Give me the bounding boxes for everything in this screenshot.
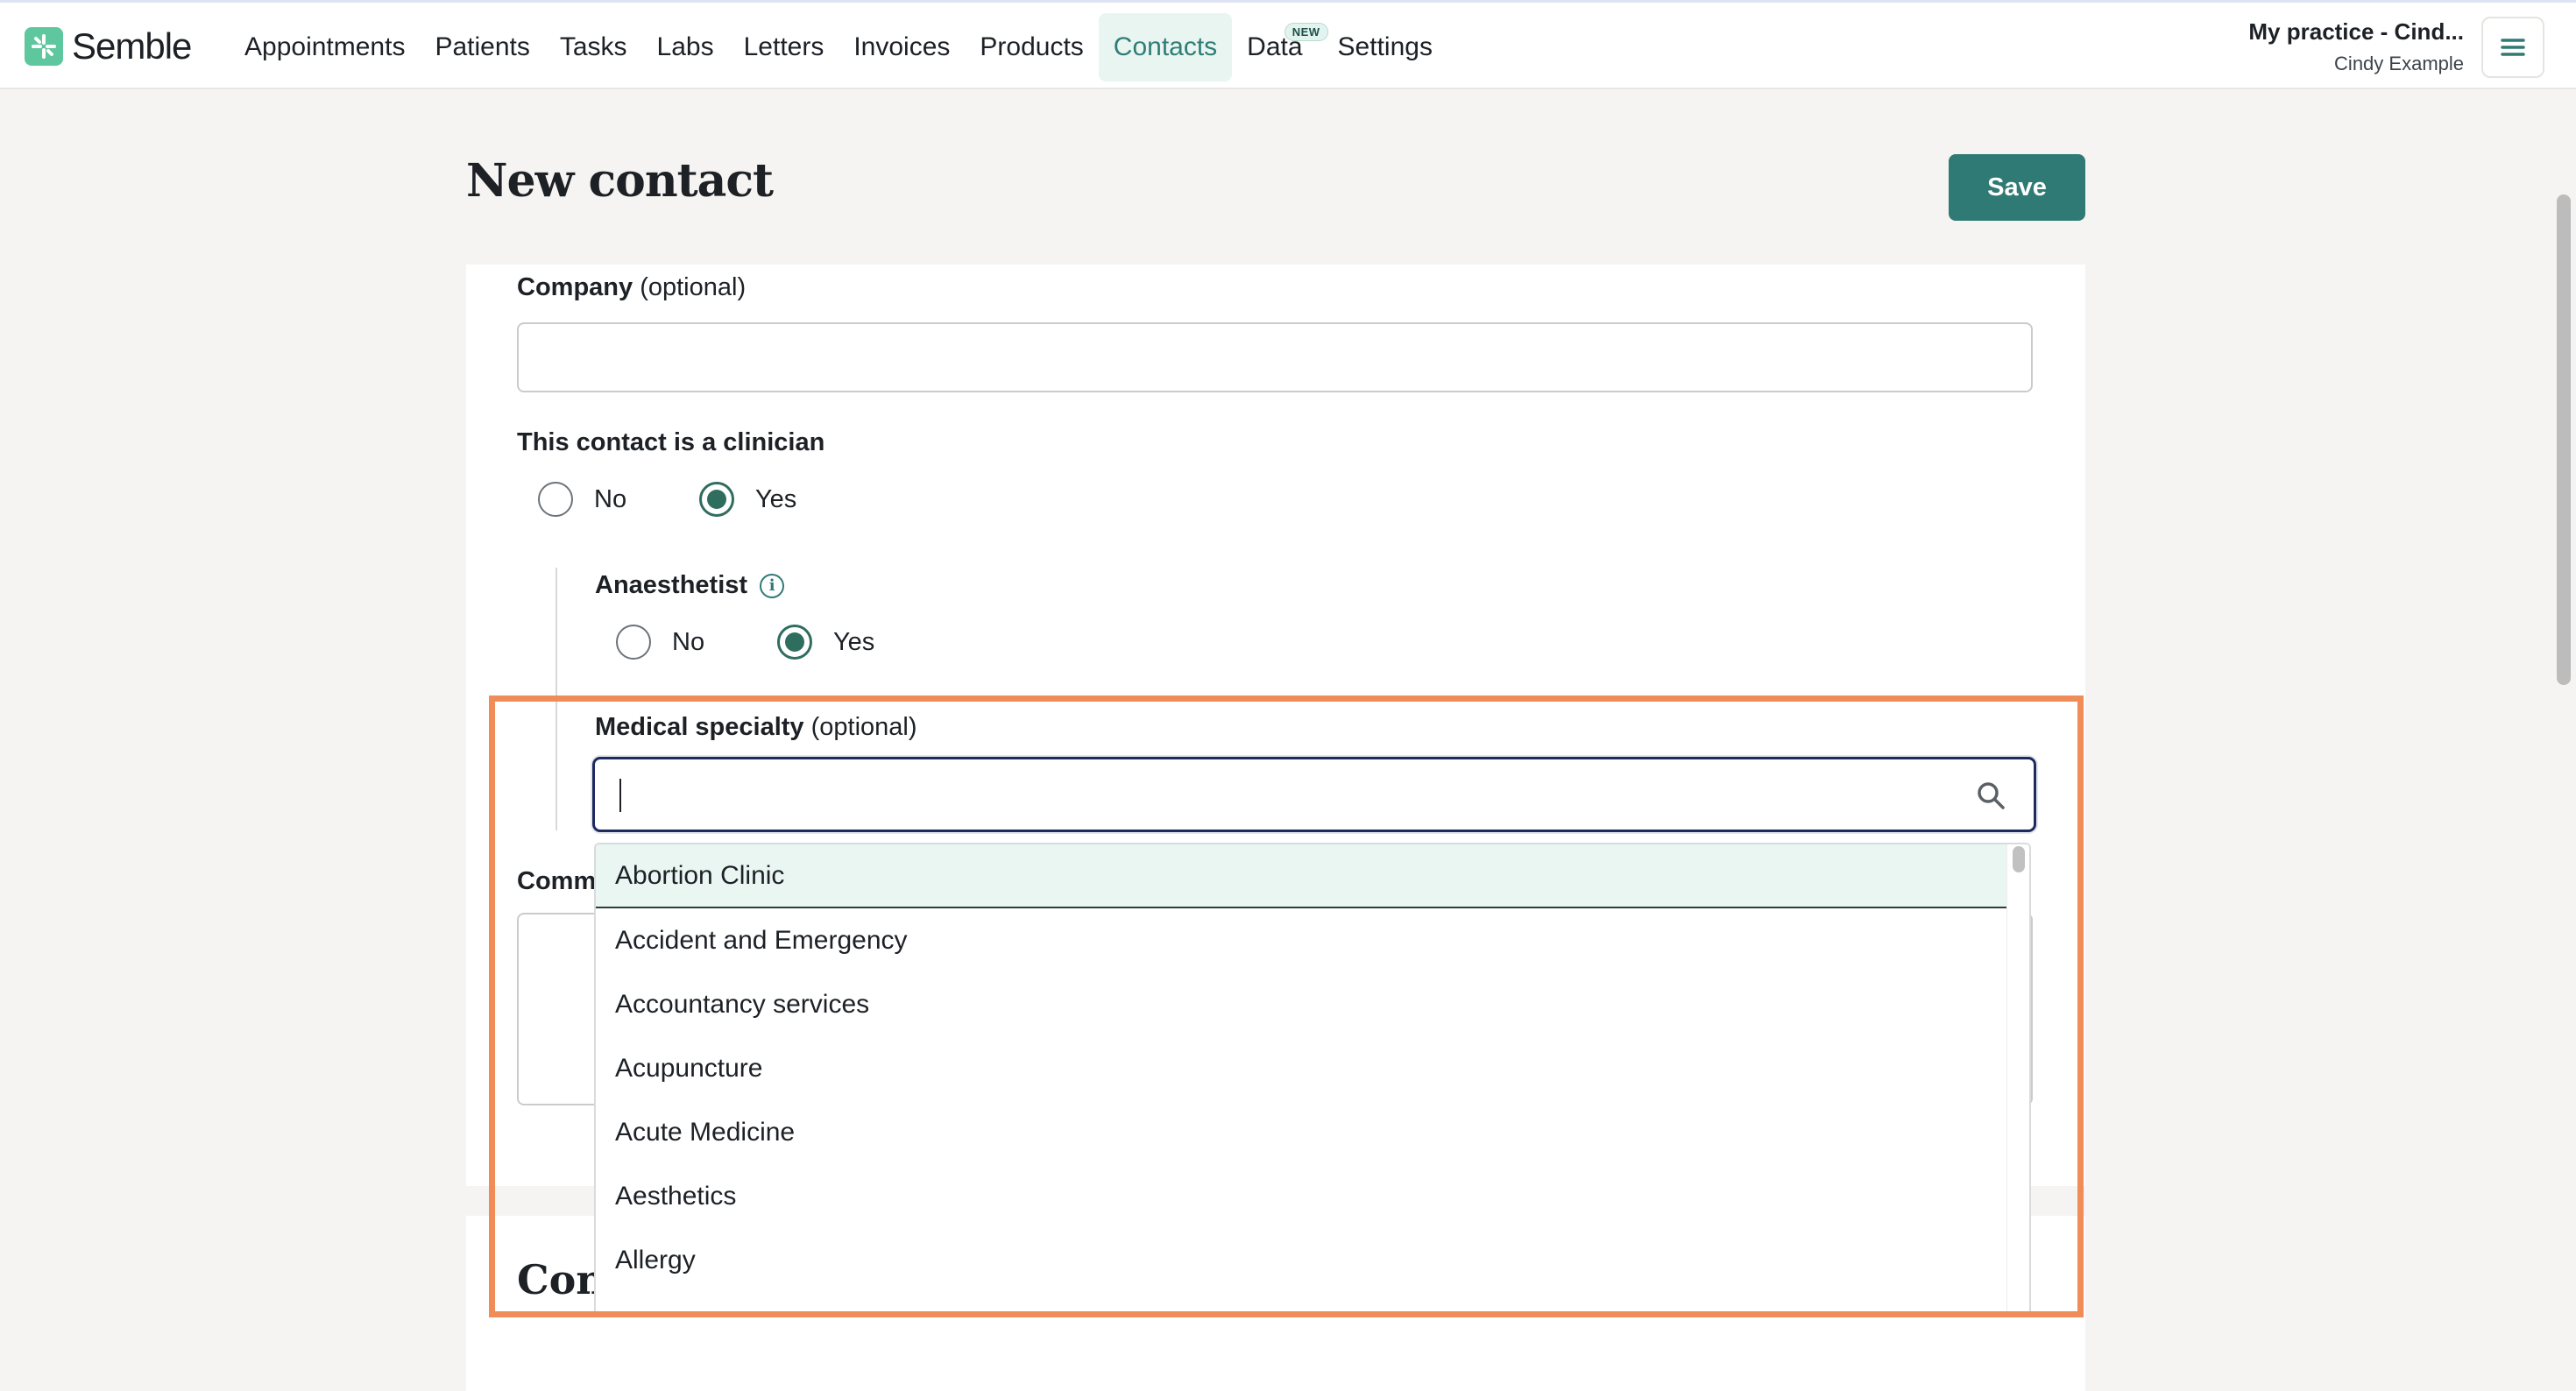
hamburger-menu-button[interactable] (2481, 17, 2544, 78)
optional-text: (optional) (640, 273, 747, 301)
hamburger-icon (2501, 39, 2525, 56)
radio-circle (616, 625, 651, 660)
section-title: Con (517, 1256, 605, 1303)
practice-switcher[interactable]: My practice - Cind... Cindy Example (2248, 18, 2464, 75)
clinician-label: This contact is a clinician (517, 428, 825, 456)
page-title: New contact (466, 154, 774, 208)
clinician-yes-radio[interactable]: Yes (699, 482, 796, 517)
nav-settings[interactable]: Settings (1323, 13, 1447, 81)
text-caret (619, 779, 621, 812)
radio-circle-checked (699, 482, 734, 517)
nav-invoices[interactable]: Invoices (839, 13, 965, 81)
nav-contacts[interactable]: Contacts (1098, 13, 1233, 81)
dropdown-option[interactable]: Allergy (596, 1228, 2010, 1292)
new-badge: NEW (1284, 23, 1328, 41)
search-icon (1978, 782, 2005, 809)
specialty-dropdown-list[interactable]: Abortion Clinic Accident and Emergency A… (594, 843, 2031, 1316)
page-scrollbar-thumb[interactable] (2557, 194, 2571, 685)
specialty-label-text: Medical specialty (595, 713, 804, 741)
medical-specialty-label: Medical specialty (optional) (595, 713, 917, 742)
nav-tasks[interactable]: Tasks (545, 13, 642, 81)
radio-label: No (672, 627, 705, 656)
top-navigation-bar: Semble Appointments Patients Tasks Labs … (0, 0, 2576, 89)
company-input[interactable] (517, 322, 2033, 392)
main-nav: Appointments Patients Tasks Labs Letters… (230, 13, 1447, 81)
anaesthetist-label-text: Anaesthetist (595, 571, 748, 599)
info-icon[interactable]: i (760, 574, 785, 599)
page-scrollbar[interactable] (2550, 89, 2576, 1326)
anaesthetist-yes-radio[interactable]: Yes (777, 625, 874, 660)
clinician-no-radio[interactable]: No (538, 482, 626, 517)
dropdown-option[interactable]: Abortion Clinic (596, 844, 2010, 908)
dropdown-option[interactable]: Aesthetics (596, 1164, 2010, 1228)
nav-products[interactable]: Products (965, 13, 1098, 81)
save-button[interactable]: Save (1949, 154, 2085, 221)
dropdown-scrollbar[interactable] (2006, 844, 2029, 1314)
dropdown-option[interactable]: Accountancy services (596, 972, 2010, 1036)
nav-labs[interactable]: Labs (642, 13, 729, 81)
company-label-text: Company (517, 273, 633, 301)
radio-circle-checked (777, 625, 812, 660)
radio-label: No (594, 484, 627, 513)
semble-logo[interactable]: Semble (25, 25, 192, 67)
radio-label: Yes (833, 627, 875, 656)
nav-data[interactable]: Data NEW (1232, 13, 1328, 81)
logo-text: Semble (72, 25, 192, 67)
logo-mark-icon (25, 27, 63, 66)
optional-text: (optional) (810, 713, 917, 741)
user-name: Cindy Example (2334, 53, 2464, 74)
dropdown-scrollbar-thumb[interactable] (2013, 846, 2025, 872)
radio-label: Yes (755, 484, 797, 513)
nav-patients[interactable]: Patients (420, 13, 544, 81)
dropdown-option[interactable]: Acute Medicine (596, 1100, 2010, 1164)
radio-circle (538, 482, 573, 517)
company-label: Company (optional) (517, 273, 746, 302)
dropdown-option[interactable]: Acupuncture (596, 1036, 2010, 1100)
nested-indent-line (556, 568, 557, 830)
nav-appointments[interactable]: Appointments (230, 13, 420, 81)
dropdown-option[interactable]: Accident and Emergency (596, 908, 2010, 972)
practice-name: My practice - Cind... (2248, 18, 2464, 45)
nav-letters[interactable]: Letters (729, 13, 839, 81)
anaesthetist-no-radio[interactable]: No (616, 625, 704, 660)
medical-specialty-search-input[interactable] (592, 757, 2036, 832)
comments-label: Comm (517, 867, 597, 895)
anaesthetist-label: Anaesthetist i (595, 571, 785, 600)
